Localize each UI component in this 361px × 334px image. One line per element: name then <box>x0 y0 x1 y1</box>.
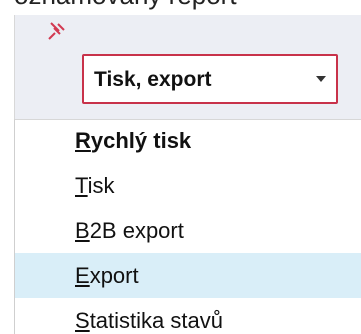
menu-label: ychlý tisk <box>90 128 192 153</box>
menu-mnemonic: B <box>75 218 90 243</box>
menu-item-b2b-export[interactable]: B2B export <box>15 208 361 253</box>
menu-item-quick-print[interactable]: Rychlý tisk <box>15 118 361 163</box>
menu-item-status-statistics[interactable]: Statistika stavů <box>15 298 361 334</box>
menu-item-print[interactable]: Tisk <box>15 163 361 208</box>
menu-label: xport <box>89 263 139 288</box>
screenshot-stage: oznamovany report Tisk, export Rychlý ti… <box>0 0 361 334</box>
top-cut-text: oznamovany report <box>14 0 237 11</box>
menu-mnemonic: E <box>75 263 90 288</box>
menu-label: isk <box>87 173 115 198</box>
chevron-down-icon <box>316 76 326 82</box>
menu-mnemonic: T <box>75 173 88 198</box>
print-export-select[interactable]: Tisk, export <box>82 54 338 104</box>
dropdown-menu: Rychlý tisk Tisk B2B export Export Stati… <box>14 119 361 334</box>
menu-label: 2B export <box>89 218 184 243</box>
menu-mnemonic: S <box>75 308 90 333</box>
selected-value: Tisk, export <box>94 68 212 91</box>
menu-label: tatistika stavů <box>89 308 223 333</box>
pin-icon[interactable] <box>44 20 68 44</box>
menu-mnemonic: R <box>75 128 91 153</box>
menu-item-export[interactable]: Export <box>15 253 361 298</box>
